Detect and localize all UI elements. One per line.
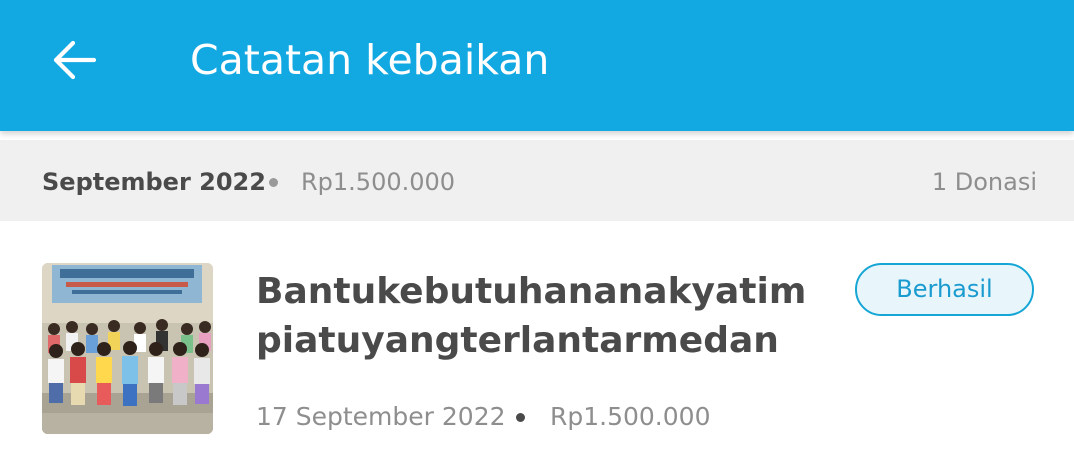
status-badge: Berhasil — [855, 263, 1034, 316]
separator-dot — [269, 178, 278, 187]
app-bar: Catatan kebaikan — [0, 0, 1074, 131]
arrow-left-icon — [53, 40, 96, 80]
back-button[interactable] — [44, 30, 104, 90]
month-group-header: September 2022 Rp1.500.000 1 Donasi — [0, 140, 1074, 221]
donation-count: 1 Donasi — [931, 168, 1037, 196]
donation-date: 17 September 2022 — [256, 402, 506, 431]
campaign-title[interactable]: Bantukebutuhananakyatimpiatuyangterlanta… — [256, 267, 826, 365]
separator-dot — [516, 413, 525, 422]
page-title: Catatan kebaikan — [190, 36, 550, 84]
donation-list-item[interactable]: Bantukebutuhananakyatimpiatuyangterlanta… — [0, 221, 1074, 461]
donation-amount: Rp1.500.000 — [550, 402, 711, 431]
campaign-thumbnail — [42, 263, 213, 434]
month-total-amount: Rp1.500.000 — [301, 168, 456, 196]
month-label: September 2022 — [42, 168, 266, 196]
